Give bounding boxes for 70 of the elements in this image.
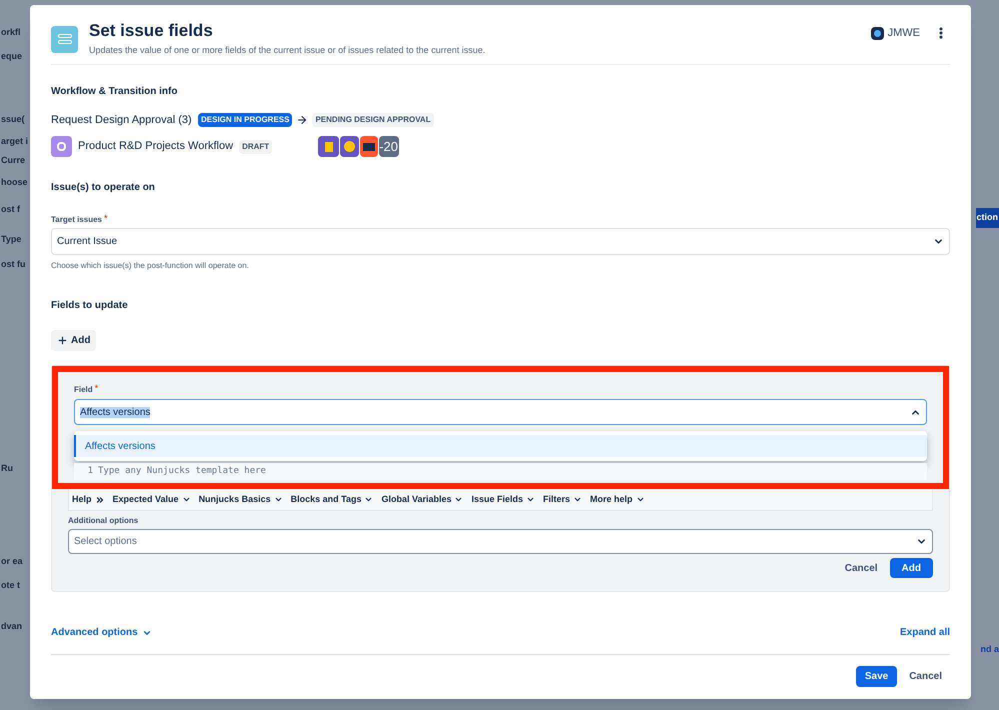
save-button[interactable]: Save xyxy=(856,666,898,687)
status-badge: DESIGN IN PROGRESS xyxy=(198,112,292,127)
dialog-title: Set issue fields xyxy=(89,21,214,41)
double-chevron-icon xyxy=(94,494,105,504)
background-text: nd a xyxy=(980,642,999,656)
chevron-down-icon xyxy=(182,495,191,504)
chevron-down-icon xyxy=(573,495,582,504)
field-label: Field xyxy=(74,384,93,396)
additional-options-select[interactable]: Select options xyxy=(68,529,933,554)
background-text: eque xyxy=(1,50,22,63)
help-menu[interactable]: Expected Value xyxy=(112,492,191,506)
chevron-down-icon xyxy=(364,495,374,504)
help-menu[interactable]: Global Variables xyxy=(381,492,464,506)
chevron-down-icon xyxy=(636,495,645,504)
background-text: dvan xyxy=(1,620,22,633)
vendor-label: JMWE xyxy=(888,26,920,41)
background-text: ssue( xyxy=(1,113,25,126)
chevron-down-icon xyxy=(274,495,283,504)
workflow-icon xyxy=(51,136,72,157)
status-badge: PENDING DESIGN APPROVAL xyxy=(312,112,434,127)
chevron-down-icon xyxy=(454,495,464,504)
required-mark: * xyxy=(94,384,98,395)
app-icon xyxy=(318,136,340,157)
arrow-icon xyxy=(296,114,308,126)
app-icon xyxy=(340,136,360,157)
dialog-subtitle: Updates the value of one or more fields of the current issue or of issues related to the current issue. xyxy=(89,44,486,57)
workflow-name: Product R&D Projects Workflow xyxy=(78,139,234,154)
plus-icon xyxy=(57,335,68,346)
app-logo-icon xyxy=(870,26,884,40)
dialog-icon xyxy=(51,26,78,53)
help-menu[interactable]: Blocks and Tags xyxy=(290,492,374,506)
background-text: orkfl xyxy=(1,26,21,39)
template-input-field[interactable]: 1 Type any Nunjucks template here xyxy=(74,463,927,480)
advanced-options-link[interactable]: Advanced options xyxy=(51,625,152,640)
section-heading: Issue(s) to operate on xyxy=(51,181,156,195)
target-issues-select[interactable]: Current Issue xyxy=(51,228,950,255)
app-count-badge: -20 xyxy=(379,136,399,157)
dropdown-option[interactable]: Affects versions xyxy=(74,435,927,457)
background-text: Type xyxy=(1,232,22,246)
field-label: Target issues xyxy=(51,214,102,226)
help-menu[interactable]: Issue Fields xyxy=(471,492,536,506)
field-label: Additional options xyxy=(68,515,140,527)
background-text: ost f xyxy=(1,203,20,216)
line-number: 1 xyxy=(86,464,94,478)
help-text: Choose which issue(s) the post-function will operate on. xyxy=(51,260,250,272)
background-text: Curre xyxy=(1,154,26,167)
draft-badge: DRAFT xyxy=(239,140,272,154)
transition-name: Request Design Approval (3) xyxy=(51,112,193,128)
background-text: arget i xyxy=(1,134,28,148)
help-menu[interactable]: Filters xyxy=(543,492,582,506)
expand-all-link[interactable]: Expand all xyxy=(900,625,950,640)
add-field-button[interactable]: Add xyxy=(51,330,96,351)
help-menu[interactable]: Nunjucks Basics xyxy=(198,492,283,506)
editor-placeholder: Type any Nunjucks template here xyxy=(98,464,266,478)
add-button[interactable]: Add xyxy=(890,558,933,578)
background-text: Ru xyxy=(1,462,13,474)
background-text: or ea xyxy=(1,555,23,568)
section-heading: Workflow & Transition info xyxy=(51,84,178,98)
cancel-button[interactable]: Cancel xyxy=(909,666,942,687)
chevron-down-icon xyxy=(526,495,536,504)
help-label: Help xyxy=(72,492,92,506)
cancel-button[interactable]: Cancel xyxy=(840,558,882,578)
field-select[interactable]: Affects versions xyxy=(74,399,927,425)
background-text: hoose xyxy=(1,176,28,188)
required-mark: * xyxy=(104,214,108,225)
background-text: ote t xyxy=(1,578,20,592)
section-heading: Fields to update xyxy=(51,299,129,313)
background-text: ost fu xyxy=(1,258,26,271)
app-icon xyxy=(360,136,378,157)
help-menu[interactable]: More help xyxy=(590,492,645,506)
